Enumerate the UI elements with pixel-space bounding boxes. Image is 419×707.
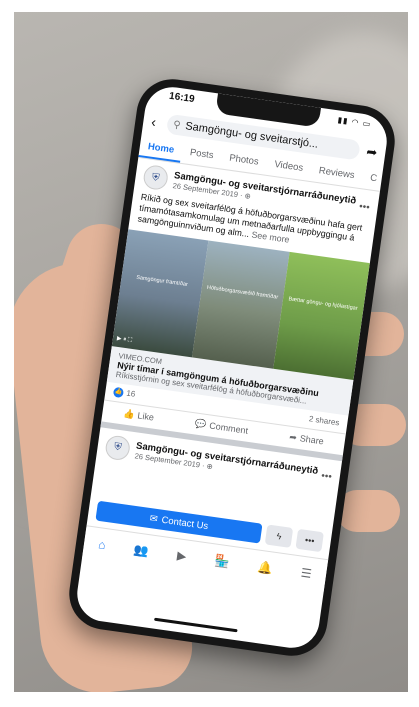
share-button[interactable]: ➦ Share <box>289 432 325 448</box>
like-label: Like <box>136 410 155 424</box>
phone: 16:19 ▮▮ ◠ ▭ ‹ ⚲ Samgöngu- og sveitarstj… <box>64 74 400 661</box>
home-icon[interactable]: ⌂ <box>97 537 106 552</box>
tab-videos[interactable]: Videos <box>265 153 313 181</box>
video-controls-icon[interactable]: ▶ ⏸ ⛶ <box>116 335 132 345</box>
status-icons: ▮▮ ◠ ▭ <box>337 115 372 129</box>
search-icon: ⚲ <box>172 119 182 131</box>
tab-reviews[interactable]: Reviews <box>309 159 363 188</box>
more-button[interactable]: ••• <box>295 528 324 553</box>
media-caption: Bættar göngu- og hjólastígar <box>288 296 358 312</box>
menu-icon[interactable]: ☰ <box>300 566 313 581</box>
tab-photos[interactable]: Photos <box>220 147 268 175</box>
thumbs-up-icon: 👍 <box>122 408 136 420</box>
contact-label: Contact Us <box>160 514 209 532</box>
notifications-icon[interactable]: 🔔 <box>257 560 274 576</box>
like-count[interactable]: 16 <box>126 389 136 399</box>
tab-home[interactable]: Home <box>138 135 184 163</box>
media-caption: Höfuðborgarsvæðið framtíðar <box>206 284 279 301</box>
more-options-icon[interactable]: ••• <box>320 471 332 483</box>
like-button[interactable]: 👍 Like <box>123 408 155 423</box>
more-icon: ••• <box>304 534 316 547</box>
tab-posts[interactable]: Posts <box>180 141 222 168</box>
comment-icon: 💬 <box>194 418 208 430</box>
friends-icon[interactable]: 👥 <box>133 542 150 558</box>
back-arrow-icon[interactable]: ‹ <box>150 113 168 131</box>
avatar[interactable]: ⛨ <box>104 434 132 462</box>
home-indicator <box>154 617 238 633</box>
marketplace-icon[interactable]: 🏪 <box>214 554 231 570</box>
share-label: Share <box>299 433 325 447</box>
media-caption: Samgöngur framtíðar <box>135 274 189 288</box>
comment-label: Comment <box>208 420 249 437</box>
finger <box>336 490 400 532</box>
avatar[interactable]: ⛨ <box>142 163 170 192</box>
tab-more[interactable]: C <box>361 166 387 191</box>
photo-background: 16:19 ▮▮ ◠ ▭ ‹ ⚲ Samgöngu- og sveitarstj… <box>14 12 408 692</box>
share-arrow-icon[interactable]: ➦ <box>358 143 378 161</box>
mail-icon: ✉ <box>149 512 159 525</box>
like-reaction-icon: 👍 <box>112 386 125 399</box>
media-frame: Bættar göngu- og hjólastígar <box>272 251 370 380</box>
phone-screen: 16:19 ▮▮ ◠ ▭ ‹ ⚲ Samgöngu- og sveitarstj… <box>73 83 391 652</box>
post: ⛨ Samgöngu- og sveitarstjórnarráðuneytið… <box>96 163 379 491</box>
share-count[interactable]: 2 shares <box>308 415 340 428</box>
more-options-icon[interactable]: ••• <box>358 201 370 213</box>
status-time: 16:19 <box>168 90 196 106</box>
watch-icon[interactable]: ▶ <box>176 548 187 563</box>
messenger-icon: ϟ <box>275 530 283 542</box>
comment-button[interactable]: 💬 Comment <box>194 418 249 437</box>
share-icon: ➦ <box>288 431 298 443</box>
messenger-button[interactable]: ϟ <box>264 524 294 548</box>
